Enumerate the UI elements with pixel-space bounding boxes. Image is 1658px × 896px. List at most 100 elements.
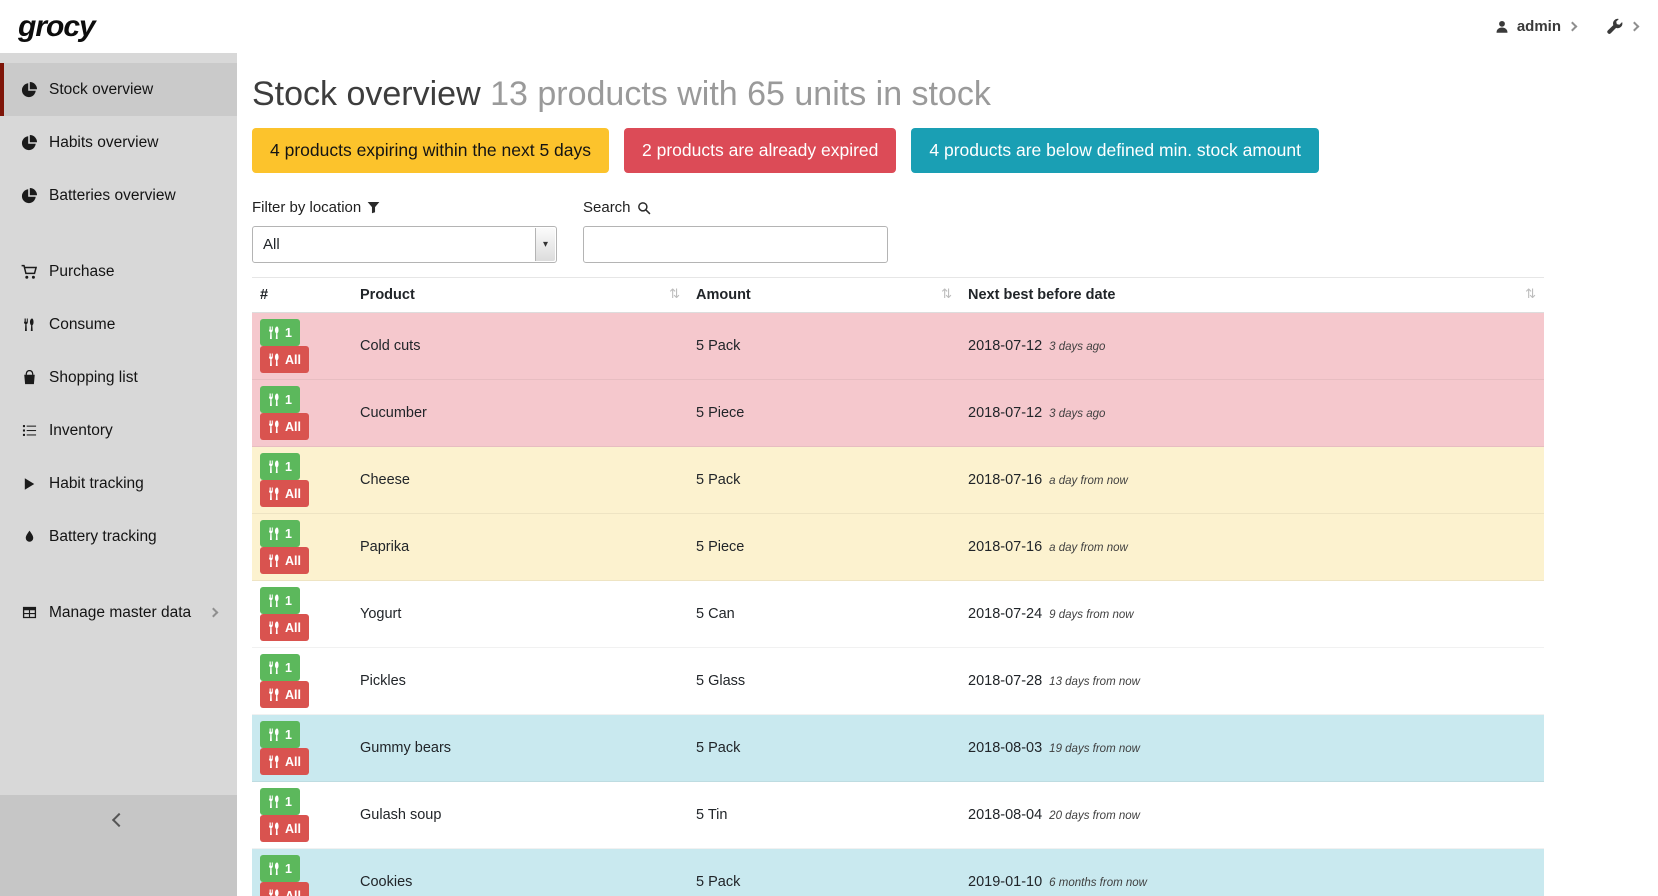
alert-button-expiring[interactable]: 4 products expiring within the next 5 da… — [252, 128, 609, 173]
date-note: a day from now — [1049, 475, 1128, 487]
utensils-icon — [268, 728, 280, 742]
sidebar-item-label: Stock overview — [49, 81, 153, 99]
app-logo[interactable]: grocy — [0, 10, 95, 44]
column-label: Next best before date — [968, 287, 1115, 303]
best-before-date: 2018-07-12 — [968, 338, 1042, 354]
row-button-label: 1 — [285, 527, 292, 541]
sort-icon[interactable]: ⇅ — [1525, 287, 1536, 302]
search-input[interactable] — [583, 226, 888, 263]
sidebar-item-shopping-list[interactable]: Shopping list — [0, 351, 237, 404]
sidebar-item-batteries-overview[interactable]: Batteries overview — [0, 169, 237, 222]
filter-location-label: Filter by location — [252, 199, 557, 216]
sort-icon[interactable]: ⇅ — [669, 287, 680, 302]
stock-table: # Product⇅Amount⇅ Next best before date ⇅ 1… — [252, 277, 1544, 896]
alerts: 4 products expiring within the next 5 da… — [252, 128, 1658, 173]
actions-cell: 1All — [252, 782, 352, 849]
consume-one-button[interactable]: 1 — [260, 587, 300, 614]
row-button-label: All — [285, 889, 301, 896]
date-cell: 2018-07-123 days ago — [960, 380, 1544, 447]
utensils-icon — [268, 554, 280, 568]
actions-cell: 1 All — [252, 849, 352, 896]
product-cell: Gulash soup — [352, 782, 688, 849]
consume-all-button[interactable]: All — [260, 413, 309, 440]
consume-one-button[interactable]: 1 — [260, 386, 300, 413]
utensils-icon — [268, 795, 280, 809]
consume-one-button[interactable]: 1 — [260, 319, 300, 346]
consume-all-button[interactable]: All — [260, 815, 309, 842]
consume-one-button[interactable]: 1 — [260, 721, 300, 748]
amount-cell: 5 Pack — [688, 849, 960, 896]
pie-chart-icon — [20, 135, 38, 151]
row-button-label: 1 — [285, 393, 292, 407]
column-label: # — [260, 287, 268, 303]
column-header-col-0: # — [252, 278, 352, 313]
settings-menu[interactable] — [1606, 18, 1638, 35]
user-menu[interactable]: admin — [1495, 18, 1576, 35]
product-cell: Cookies — [352, 849, 688, 896]
table-row: 1AllCold cuts5 Pack2018-07-123 days ago — [252, 313, 1544, 380]
column-header-amount[interactable]: Amount⇅ — [688, 278, 960, 313]
actions-cell: 1 All — [252, 648, 352, 715]
consume-all-button[interactable]: All — [260, 614, 309, 641]
consume-all-button[interactable]: All — [260, 346, 309, 373]
date-cell: 2018-07-2813 days from now — [960, 648, 1544, 715]
alert-button-expired[interactable]: 2 products are already expired — [624, 128, 896, 173]
chevron-right-icon — [1630, 22, 1640, 32]
consume-all-button[interactable]: All — [260, 882, 309, 896]
utensils-icon — [268, 661, 280, 675]
sidebar-item-label: Habit tracking — [49, 475, 144, 493]
utensils-icon — [268, 487, 280, 501]
consume-one-button[interactable]: 1 — [260, 654, 300, 681]
amount-cell: 5 Pack — [688, 715, 960, 782]
sidebar-item-habit-tracking[interactable]: Habit tracking — [0, 457, 237, 510]
sidebar-item-inventory[interactable]: Inventory — [0, 404, 237, 457]
date-note: 20 days from now — [1049, 810, 1140, 822]
consume-all-button[interactable]: All — [260, 480, 309, 507]
column-header-product[interactable]: Product⇅ — [352, 278, 688, 313]
search-label-text: Search — [583, 199, 631, 216]
sort-icon[interactable]: ⇅ — [941, 287, 952, 302]
actions-cell: 1 All — [252, 380, 352, 447]
utensils-icon — [268, 326, 280, 340]
sidebar-item-manage-master-data[interactable]: Manage master data — [0, 586, 237, 639]
chevron-left-icon — [111, 813, 125, 827]
date-cell: 2018-08-0420 days from now — [960, 782, 1544, 849]
table-row: 1AllGulash soup5 Tin2018-08-0420 days fr… — [252, 782, 1544, 849]
alert-button-below-min-stock[interactable]: 4 products are below defined min. stock … — [911, 128, 1319, 173]
consume-all-button[interactable]: All — [260, 681, 309, 708]
location-select[interactable]: All ▾ — [252, 226, 557, 263]
sidebar-collapse-button[interactable] — [0, 795, 237, 896]
consume-one-button[interactable]: 1 — [260, 520, 300, 547]
actions-cell: 1 All — [252, 313, 352, 380]
sidebar-item-label: Consume — [49, 316, 115, 334]
sidebar-item-battery-tracking[interactable]: Battery tracking — [0, 510, 237, 563]
product-cell: Cheese — [352, 447, 688, 514]
row-button-label: All — [285, 420, 301, 434]
utensils-icon — [268, 822, 280, 836]
date-note: 3 days ago — [1049, 341, 1105, 353]
product-cell: Gummy bears — [352, 715, 688, 782]
product-cell: Paprika — [352, 514, 688, 581]
date-cell: 2018-07-16a day from now — [960, 514, 1544, 581]
consume-one-button[interactable]: 1 — [260, 788, 300, 815]
sidebar-item-consume[interactable]: Consume — [0, 298, 237, 351]
row-button-label: All — [285, 688, 301, 702]
sidebar-item-habits-overview[interactable]: Habits overview — [0, 116, 237, 169]
consume-one-button[interactable]: 1 — [260, 453, 300, 480]
sidebar-item-stock-overview[interactable]: Stock overview — [0, 63, 237, 116]
column-header-next-best-before-date[interactable]: Next best before date ⇅ — [960, 278, 1544, 313]
row-button-label: 1 — [285, 594, 292, 608]
topbar: grocy admin — [0, 0, 1658, 53]
sidebar-item-label: Purchase — [49, 263, 114, 281]
consume-one-button[interactable]: 1 — [260, 855, 300, 882]
utensils-icon — [268, 594, 280, 608]
consume-all-button[interactable]: All — [260, 748, 309, 775]
row-button-label: All — [285, 353, 301, 367]
sidebar-item-purchase[interactable]: Purchase — [0, 245, 237, 298]
best-before-date: 2019-01-10 — [968, 874, 1042, 890]
wrench-icon — [1606, 18, 1623, 35]
best-before-date: 2018-07-24 — [968, 606, 1042, 622]
table-icon — [20, 605, 38, 620]
consume-all-button[interactable]: All — [260, 547, 309, 574]
main-content: Stock overview 13 products with 65 units… — [237, 53, 1658, 896]
